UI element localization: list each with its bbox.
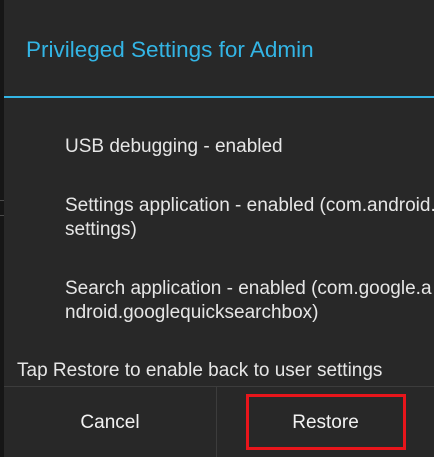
dialog-header: Privileged Settings for Admin xyxy=(4,12,434,98)
screen: Home Privileged Settings for Admin USB d… xyxy=(0,0,434,457)
dialog-button-bar: Cancel Restore xyxy=(4,386,434,457)
privileged-settings-dialog: Privileged Settings for Admin USB debugg… xyxy=(4,0,434,457)
dialog-title: Privileged Settings for Admin xyxy=(26,37,314,62)
restore-instructions: Tap Restore to enable back to user setti… xyxy=(17,360,383,381)
settings-item-usb-debugging: USB debugging - enabled xyxy=(65,136,283,157)
restore-button[interactable]: Restore xyxy=(217,387,434,457)
cancel-button[interactable]: Cancel xyxy=(4,387,217,457)
settings-item-search-application: Search application - enabled (com.google… xyxy=(65,278,432,323)
settings-item-settings-application: Settings application - enabled (com.andr… xyxy=(65,195,434,240)
